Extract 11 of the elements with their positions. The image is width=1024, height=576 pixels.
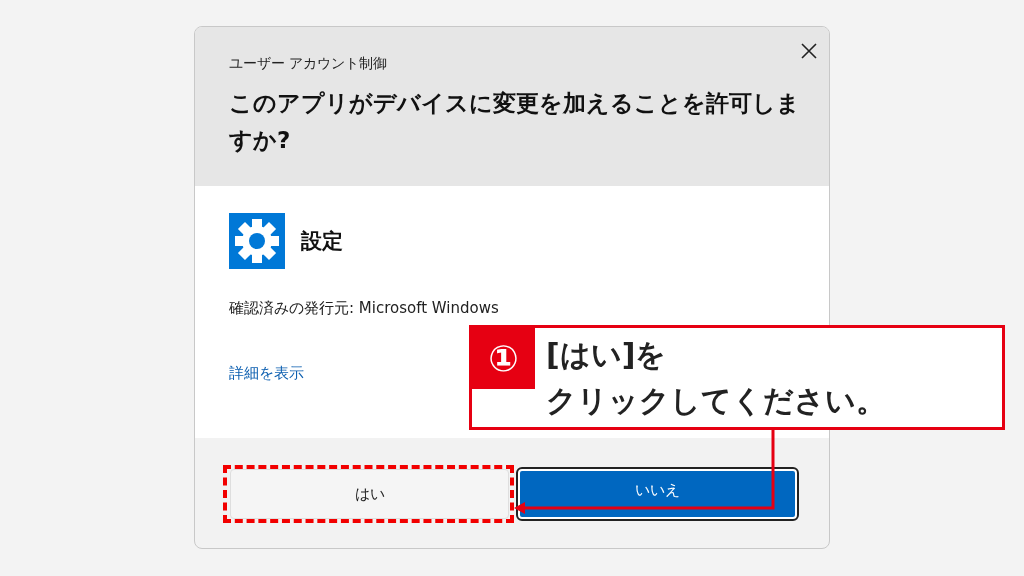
close-icon[interactable] — [801, 43, 817, 59]
details-link[interactable]: 詳細を表示 — [229, 364, 304, 383]
callout-text: [はい]を クリックしてください。 — [545, 336, 886, 420]
gear-icon — [229, 213, 285, 269]
no-button[interactable]: いいえ — [518, 469, 797, 519]
window-title: ユーザー アカウント制御 — [229, 55, 388, 73]
app-name: 設定 — [301, 228, 343, 255]
step-number: ① — [472, 328, 535, 389]
publisher-text: 確認済みの発行元: Microsoft Windows — [229, 299, 499, 318]
yes-button[interactable]: はい — [230, 469, 509, 519]
question-text: このアプリがデバイスに変更を加えることを許可しますか? — [229, 89, 801, 155]
